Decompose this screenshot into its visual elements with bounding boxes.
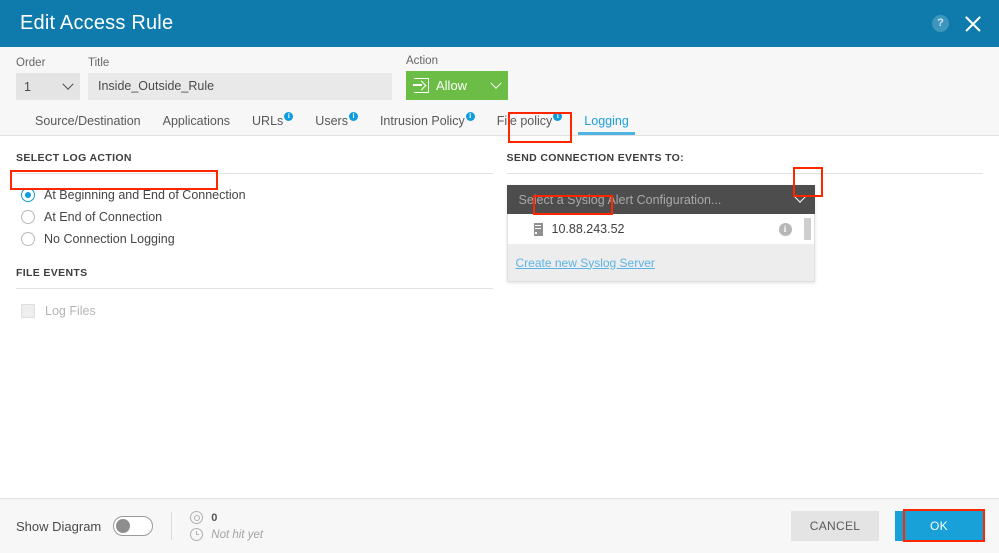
radio-label: At Beginning and End of Connection [44, 188, 246, 202]
radio-icon [21, 232, 35, 246]
select-log-action-title: SELECT LOG ACTION [16, 152, 132, 164]
divider [506, 173, 983, 174]
log-files-checkbox-row[interactable]: Log Files [16, 300, 493, 322]
radio-icon [21, 188, 35, 202]
action-label: Action [406, 55, 438, 67]
log-files-label: Log Files [45, 304, 96, 318]
tab-intrusion-policy[interactable]: Intrusion Policy i [369, 110, 486, 135]
checkbox-icon [21, 304, 35, 318]
rule-header-form: Order 1 Title Inside_Outside_Rule Action… [0, 47, 999, 136]
syslog-dropdown-footer: Create new Syslog Server [506, 244, 815, 282]
radio-at-end[interactable]: At End of Connection [16, 207, 493, 227]
tab-label: File policy [496, 114, 553, 128]
hit-count-group: 0 Not hit yet [190, 511, 263, 542]
allow-arrow-icon [413, 78, 429, 93]
show-diagram-toggle[interactable] [113, 516, 154, 536]
action-select[interactable]: Allow [406, 71, 508, 100]
dialog-title: Edit Access Rule [20, 12, 174, 34]
dropdown-toggle-button[interactable] [785, 185, 815, 214]
target-icon [190, 511, 204, 524]
chevron-down-icon [794, 191, 806, 203]
title-field-group: Title Inside_Outside_Rule [88, 57, 392, 100]
tab-file-policy[interactable]: File policy i [486, 110, 574, 135]
title-input[interactable]: Inside_Outside_Rule [88, 73, 392, 100]
tab-label: Logging [584, 114, 629, 128]
tab-urls[interactable]: URLs i [241, 110, 304, 135]
hit-status-text: Not hit yet [211, 528, 264, 541]
create-new-syslog-server-link[interactable]: Create new Syslog Server [516, 256, 655, 270]
radio-label: At End of Connection [44, 210, 163, 224]
order-label: Order [16, 57, 46, 69]
server-icon [533, 222, 543, 236]
divider [16, 173, 493, 174]
tab-label: URLs [252, 114, 284, 128]
tab-source-destination[interactable]: Source/Destination [24, 110, 152, 135]
tab-label: Source/Destination [35, 114, 141, 128]
close-icon[interactable] [963, 14, 983, 34]
syslog-dropdown-placeholder: Select a Syslog Alert Configuration... [518, 192, 722, 207]
syslog-dropdown-header[interactable]: Select a Syslog Alert Configuration... [506, 185, 815, 214]
hit-count-value: 0 [211, 511, 218, 524]
rule-fields-row: Order 1 Title Inside_Outside_Rule Action… [16, 55, 983, 100]
divider [16, 288, 493, 289]
info-icon[interactable]: i [778, 222, 792, 236]
cancel-button[interactable]: CANCEL [791, 511, 879, 541]
info-icon: i [553, 112, 563, 121]
order-value: 1 [24, 79, 31, 94]
syslog-dropdown: Select a Syslog Alert Configuration... 1… [506, 185, 815, 282]
send-connection-events-panel: SEND CONNECTION EVENTS TO: Select a Sysl… [506, 152, 983, 498]
radio-icon [21, 210, 35, 224]
radio-label: No Connection Logging [44, 232, 175, 246]
action-value: Allow [436, 78, 468, 93]
action-field-group: Action Allow [406, 55, 508, 100]
dialog-footer: Show Diagram 0 Not hit yet CANCEL OK [0, 498, 999, 553]
file-events-title: FILE EVENTS [16, 267, 88, 279]
rule-tabs: Source/Destination Applications URLs i U… [16, 100, 983, 135]
log-action-panel: SELECT LOG ACTION At Beginning and End o… [16, 152, 493, 498]
dialog-body: SELECT LOG ACTION At Beginning and End o… [0, 136, 999, 498]
tab-label: Applications [162, 114, 231, 128]
ok-button[interactable]: OK [895, 511, 983, 541]
order-select[interactable]: 1 [16, 73, 80, 100]
radio-no-connection-logging[interactable]: No Connection Logging [16, 229, 493, 249]
hit-count-line: 0 [190, 511, 263, 525]
info-icon: i [284, 112, 294, 121]
help-icon[interactable]: ? [932, 15, 949, 32]
radio-at-beginning-and-end[interactable]: At Beginning and End of Connection [16, 185, 493, 205]
tab-logging[interactable]: Logging [573, 110, 640, 135]
syslog-server-address: 10.88.243.52 [551, 222, 625, 236]
chevron-down-icon [490, 77, 502, 89]
title-label: Title [88, 57, 110, 69]
dialog-titlebar: Edit Access Rule ? [0, 0, 999, 47]
clock-icon [190, 528, 204, 541]
edit-access-rule-dialog: Edit Access Rule ? Order 1 Title Inside_… [0, 0, 999, 553]
chevron-down-icon [62, 78, 74, 90]
titlebar-actions: ? [932, 14, 983, 34]
info-icon: i [465, 112, 475, 121]
list-item[interactable]: 10.88.243.52 i [508, 214, 814, 244]
footer-divider [171, 512, 173, 540]
order-field-group: Order 1 [16, 57, 80, 100]
toggle-knob [115, 518, 130, 533]
send-connection-events-title: SEND CONNECTION EVENTS TO: [506, 152, 685, 164]
tab-users[interactable]: Users i [304, 110, 369, 135]
info-icon: i [348, 112, 358, 121]
syslog-dropdown-list: 10.88.243.52 i [506, 214, 815, 244]
hit-status-line: Not hit yet [190, 528, 263, 542]
tab-applications[interactable]: Applications [152, 110, 241, 135]
tab-label: Users [315, 114, 348, 128]
tab-label: Intrusion Policy [379, 114, 465, 128]
dropdown-scrollbar[interactable] [803, 218, 811, 240]
show-diagram-label: Show Diagram [16, 518, 102, 534]
